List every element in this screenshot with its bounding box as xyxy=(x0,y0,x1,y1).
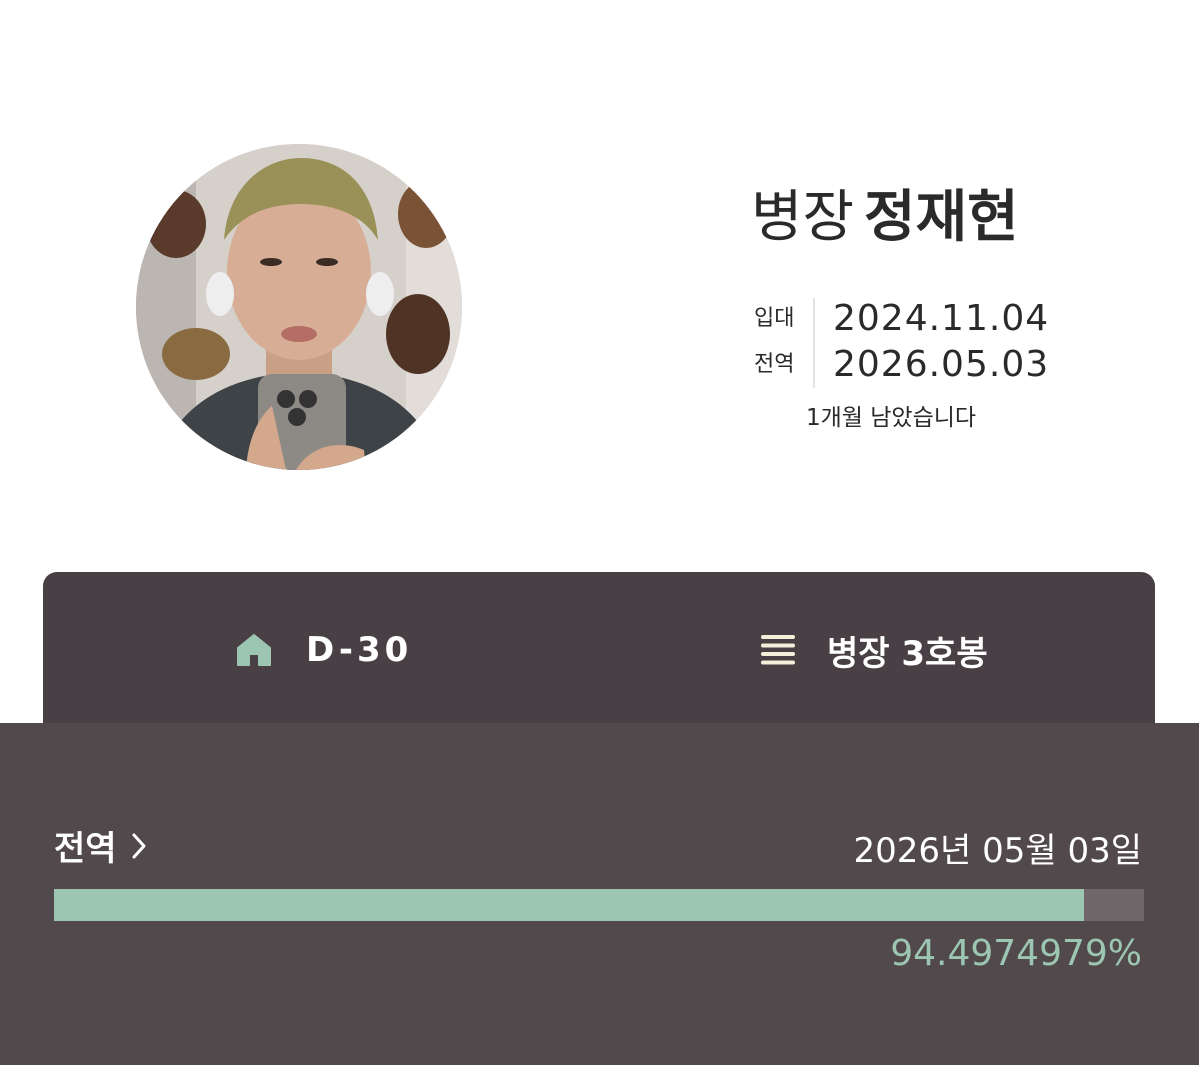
rank-label: 병장 xyxy=(751,185,855,250)
avatar-photo xyxy=(136,144,462,470)
profile-title: 병장 정재현 xyxy=(751,178,1019,258)
tab-rank[interactable]: 병장 3호봉 xyxy=(759,628,988,674)
discharge-date: 2026.05.03 xyxy=(833,344,1050,385)
tab-rank-label: 병장 3호봉 xyxy=(827,633,988,674)
progress-percent: 94.4974979% xyxy=(890,933,1142,974)
discharge-progress-panel: 전역 2026년 05월 03일 94.4974979% xyxy=(0,723,1199,1065)
remaining-time-text: 1개월 남았습니다 xyxy=(806,405,977,431)
home-icon xyxy=(236,633,272,667)
discharge-date-full: 2026년 05월 03일 xyxy=(853,831,1142,871)
enlist-date: 2024.11.04 xyxy=(833,298,1050,339)
tab-bar: D-30 병장 3호봉 xyxy=(43,572,1155,732)
enlist-label: 입대 xyxy=(754,306,795,331)
chevron-right-icon xyxy=(131,832,147,860)
tab-d-day[interactable]: D-30 xyxy=(236,628,412,672)
list-icon xyxy=(759,634,797,666)
dates-divider xyxy=(813,298,815,388)
tab-d-day-label: D-30 xyxy=(306,630,413,670)
progress-track xyxy=(54,889,1144,921)
person-name: 정재현 xyxy=(864,185,1019,250)
discharge-link[interactable]: 전역 xyxy=(54,821,147,870)
progress-fill xyxy=(54,889,1085,921)
profile-avatar xyxy=(136,144,462,470)
discharge-title: 전역 xyxy=(54,829,117,869)
discharge-label: 전역 xyxy=(754,352,795,377)
